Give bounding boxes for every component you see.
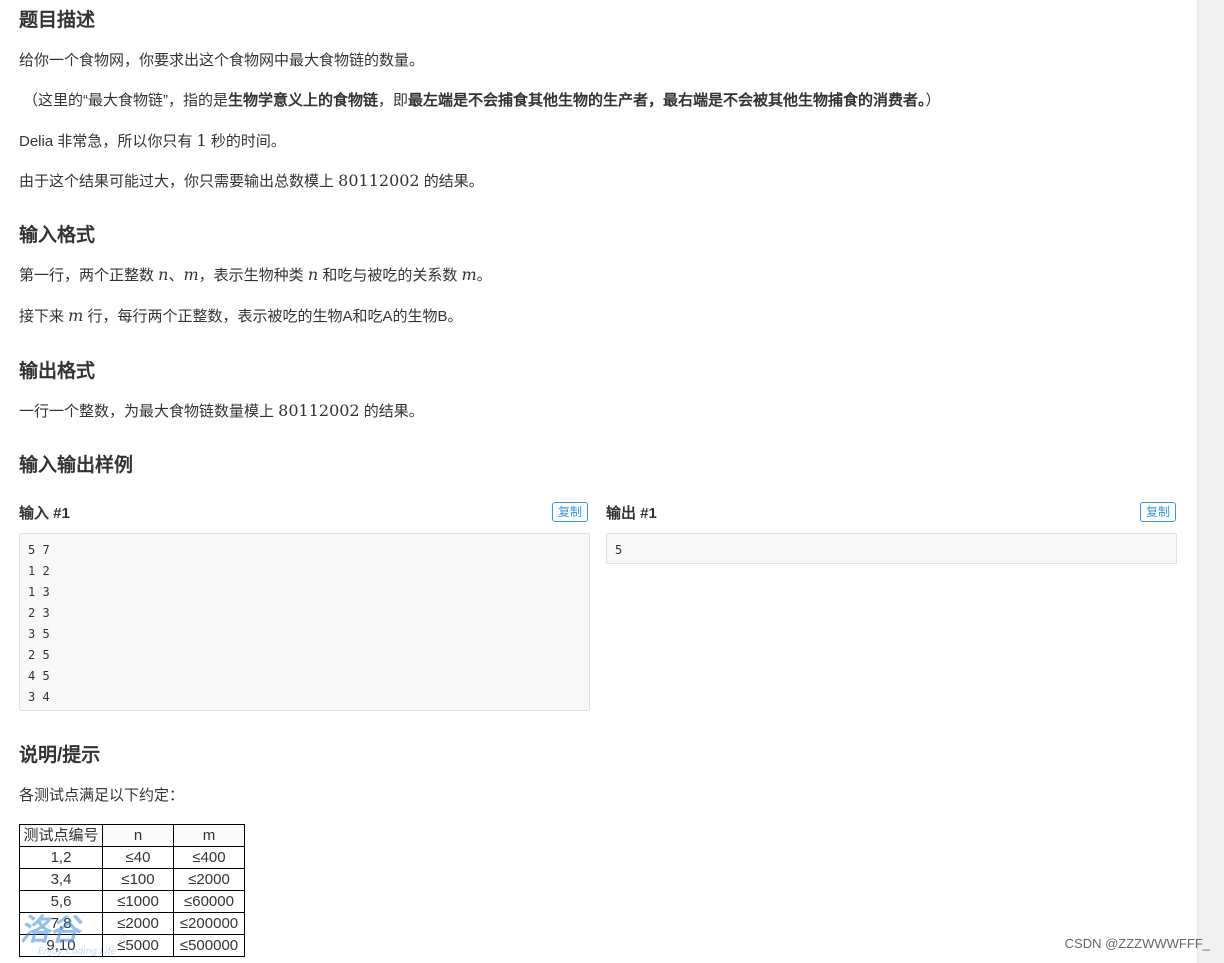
table-row: 1,2 ≤40 ≤400 — [19, 846, 245, 869]
table-row: 7,8 ≤2000 ≤200000 — [19, 912, 245, 935]
description-line-4: 由于这个结果可能过大，你只需要输出总数模上 80112002 的结果。 — [19, 171, 484, 190]
hints-line-1: 各测试点满足以下约定： — [19, 787, 185, 804]
table-row: 5,6 ≤1000 ≤60000 — [19, 890, 245, 913]
csdn-credit: CSDN @ZZZWWWFFF_ — [1064, 936, 1210, 951]
table-header-cell: m — [173, 824, 245, 847]
table-cell: ≤2000 — [173, 868, 245, 891]
table-cell: 7,8 — [19, 912, 103, 935]
table-cell: 5,6 — [19, 890, 103, 913]
description-line-2: （这里的“最大食物链”，指的是生物学意义上的食物链，即最左端是不会捕食其他生物的… — [23, 92, 941, 109]
table-header-cell: 测试点编号 — [19, 824, 103, 847]
description-line-3: Delia 非常急，所以你只有 1 秒的时间。 — [19, 131, 286, 150]
copy-output-button[interactable]: 复制 — [1140, 502, 1177, 522]
table-cell: ≤1000 — [102, 890, 174, 913]
samples-heading: 输入输出样例 — [19, 455, 134, 476]
table-cell: 3,4 — [19, 868, 103, 891]
sample-output-box[interactable]: 5 — [606, 533, 1177, 564]
table-row: 3,4 ≤100 ≤2000 — [19, 868, 245, 891]
table-cell: ≤200000 — [173, 912, 245, 935]
output-format-heading: 输出格式 — [19, 361, 96, 382]
input-format-heading: 输入格式 — [19, 225, 96, 246]
table-cell: ≤100 — [102, 868, 174, 891]
table-cell: 9,10 — [19, 934, 103, 957]
table-cell: ≤2000 — [102, 912, 174, 935]
description-line-1: 给你一个食物网，你要求出这个食物网中最大食物链的数量。 — [19, 52, 425, 69]
sample-input-box[interactable]: 5 7 1 2 1 3 2 3 3 5 2 5 4 5 3 4 — [19, 533, 590, 711]
table-cell: ≤400 — [173, 846, 245, 869]
description-heading: 题目描述 — [19, 10, 96, 31]
input-format-line-1: 第一行，两个正整数 n、m，表示生物种类 n 和吃与被吃的关系数 m。 — [19, 265, 492, 284]
table-cell: ≤60000 — [173, 890, 245, 913]
copy-input-button[interactable]: 复制 — [552, 502, 589, 522]
table-cell: ≤500000 — [173, 934, 245, 957]
table-header-row: 测试点编号 n m — [19, 824, 245, 847]
sample-input-label: 输入 #1 — [19, 505, 70, 522]
output-format-line-1: 一行一个整数，为最大食物链数量模上 80112002 的结果。 — [19, 401, 424, 420]
input-format-line-2: 接下来 m 行，每行两个正整数，表示被吃的生物A和吃A的生物B。 — [19, 306, 463, 325]
constraints-table: 测试点编号 n m 1,2 ≤40 ≤400 3,4 ≤100 ≤2000 5,… — [19, 824, 245, 957]
sample-output-label: 输出 #1 — [606, 505, 657, 522]
table-row: 9,10 ≤5000 ≤500000 — [19, 934, 245, 957]
scrollbar-track[interactable] — [1197, 0, 1224, 963]
hints-heading: 说明/提示 — [19, 745, 101, 766]
table-cell: 1,2 — [19, 846, 103, 869]
table-cell: ≤40 — [102, 846, 174, 869]
table-header-cell: n — [102, 824, 174, 847]
table-cell: ≤5000 — [102, 934, 174, 957]
